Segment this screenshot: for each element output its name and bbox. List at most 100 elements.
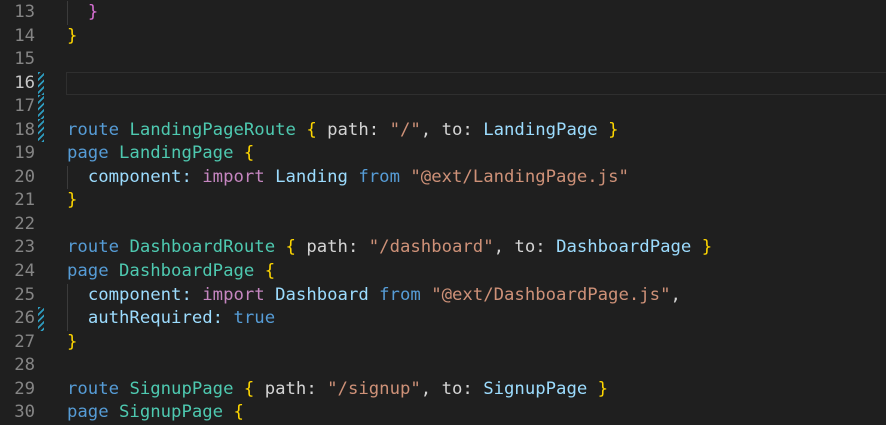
code-line-content[interactable]: } (66, 189, 886, 213)
line-number[interactable]: 17 (0, 95, 35, 119)
code-token: LandingPageRoute (129, 120, 306, 140)
gutter-spacer (38, 48, 44, 72)
code-line[interactable]: 23 route DashboardRoute { path: "/dashboa… (0, 236, 886, 260)
code-token: "/signup" (327, 379, 421, 399)
code-line[interactable]: 30 page SignupPage { (0, 401, 886, 425)
code-line-content[interactable]: component: import Landing from "@ext/Lan… (66, 166, 886, 190)
code-token: , (670, 285, 680, 305)
line-number[interactable]: 24 (0, 260, 35, 284)
code-token (265, 167, 275, 187)
code-token: route (67, 379, 129, 399)
code-token: from (379, 285, 421, 305)
gutter-spacer (38, 354, 44, 378)
code-token: LandingPage (483, 120, 608, 140)
line-number[interactable]: 22 (0, 213, 35, 237)
code-line-content[interactable]: route SignupPage { path: "/signup", to: … (66, 378, 886, 402)
code-token: } (67, 26, 77, 46)
code-token: , to: (421, 379, 483, 399)
line-number[interactable]: 14 (0, 25, 35, 49)
line-number[interactable]: 18 (0, 119, 35, 143)
code-token: from (358, 167, 400, 187)
code-token: { (244, 379, 265, 399)
gutter-spacer (38, 142, 44, 166)
code-line[interactable]: 14} (0, 25, 886, 49)
code-line[interactable]: 27} (0, 331, 886, 355)
code-line-content[interactable]: page DashboardPage { (66, 260, 886, 284)
code-line-content[interactable]: component: import Dashboard from "@ext/D… (66, 284, 886, 308)
gutter-spacer (38, 401, 44, 425)
code-token: import (202, 285, 264, 305)
indent-guide (67, 166, 68, 190)
code-line-content[interactable] (66, 95, 886, 119)
code-token: SignupPage (119, 402, 233, 422)
code-line[interactable]: 18 route LandingPageRoute { path: "/", to… (0, 119, 886, 143)
code-token: page (67, 261, 119, 281)
code-token: "/dashboard" (369, 237, 494, 257)
code-token: authRequired: (88, 308, 234, 328)
code-token: LandingPage (119, 143, 244, 163)
code-token: Landing (275, 167, 348, 187)
code-token: Dashboard (275, 285, 369, 305)
line-number[interactable]: 28 (0, 354, 35, 378)
code-line-content[interactable]: route DashboardRoute { path: "/dashboard… (66, 236, 886, 260)
code-line-content[interactable]: page LandingPage { (66, 142, 886, 166)
gutter-spacer (38, 25, 44, 49)
code-token: { (286, 237, 307, 257)
code-token: } (598, 379, 608, 399)
line-number[interactable]: 15 (0, 48, 35, 72)
code-line[interactable]: 24 page DashboardPage { (0, 260, 886, 284)
code-line-content[interactable] (66, 213, 886, 237)
code-token: route (67, 120, 129, 140)
line-number[interactable]: 29 (0, 378, 35, 402)
code-line[interactable]: 28 (0, 354, 886, 378)
code-editor[interactable]: 13 }14}15161718route LandingPageRoute { … (0, 0, 886, 425)
code-line[interactable]: 25 component: import Dashboard from "@ex… (0, 284, 886, 308)
code-line[interactable]: 26 authRequired: true (0, 307, 886, 331)
git-modified-indicator[interactable] (38, 307, 44, 331)
line-number[interactable]: 30 (0, 401, 35, 425)
code-token: path: (306, 237, 368, 257)
code-token: SignupPage (129, 379, 243, 399)
code-line[interactable]: 22 (0, 213, 886, 237)
code-line[interactable]: 13 } (0, 1, 886, 25)
code-line-content[interactable] (66, 72, 886, 96)
active-line-number[interactable]: 16 (0, 72, 35, 96)
line-number[interactable]: 20 (0, 166, 35, 190)
code-line[interactable]: 17 (0, 95, 886, 119)
code-line[interactable]: 29 route SignupPage { path: "/signup", to… (0, 378, 886, 402)
line-number[interactable]: 25 (0, 284, 35, 308)
code-line-content[interactable]: } (66, 1, 886, 25)
line-number[interactable]: 19 (0, 142, 35, 166)
code-line-content[interactable]: } (66, 331, 886, 355)
code-line-content[interactable]: route LandingPageRoute { path: "/", to: … (66, 119, 886, 143)
line-number[interactable]: 13 (0, 1, 35, 25)
code-line[interactable]: 21} (0, 189, 886, 213)
code-token: "/" (390, 120, 421, 140)
code-token: "@ext/LandingPage.js" (410, 167, 629, 187)
code-line-content[interactable]: authRequired: true (66, 307, 886, 331)
git-modified-indicator[interactable] (38, 72, 44, 96)
line-number[interactable]: 27 (0, 331, 35, 355)
line-number[interactable]: 21 (0, 189, 35, 213)
indent-guide (67, 1, 68, 25)
code-line-content[interactable] (66, 48, 886, 72)
line-number[interactable]: 23 (0, 236, 35, 260)
git-modified-indicator[interactable] (38, 95, 44, 119)
code-line-content[interactable] (66, 354, 886, 378)
code-token (400, 167, 410, 187)
gutter-spacer (38, 331, 44, 355)
code-token: DashboardPage (556, 237, 702, 257)
code-line-content[interactable]: } (66, 25, 886, 49)
code-line[interactable]: 15 (0, 48, 886, 72)
code-line[interactable]: 20 component: import Landing from "@ext/… (0, 166, 886, 190)
git-modified-indicator[interactable] (38, 119, 44, 143)
code-token: path: (327, 120, 389, 140)
gutter-spacer (38, 189, 44, 213)
code-line[interactable]: 16 (0, 72, 886, 96)
gutter-spacer (38, 260, 44, 284)
code-line[interactable]: 19 page LandingPage { (0, 142, 886, 166)
line-number[interactable]: 26 (0, 307, 35, 331)
code-token: SignupPage (483, 379, 597, 399)
code-token (67, 308, 88, 328)
code-line-content[interactable]: page SignupPage { (66, 401, 886, 425)
